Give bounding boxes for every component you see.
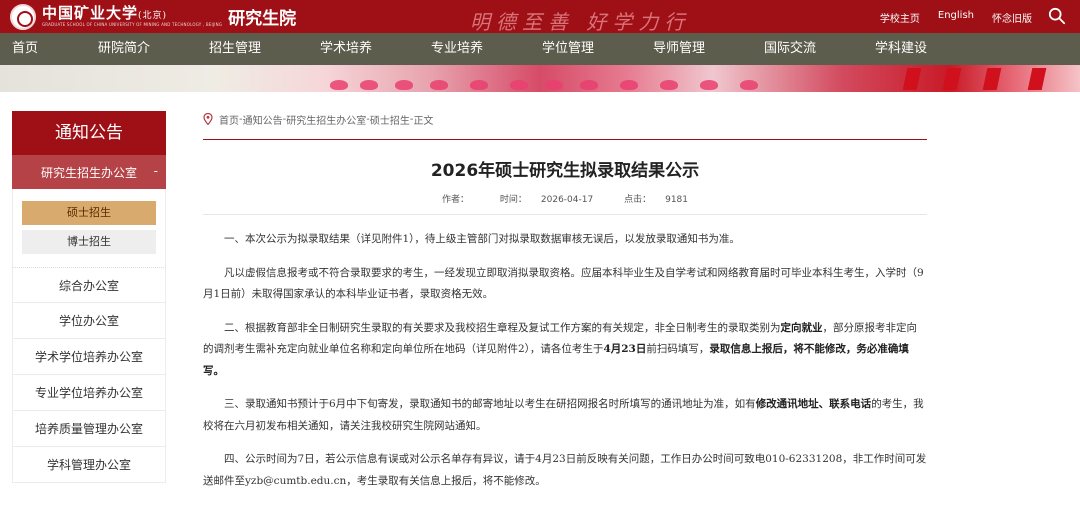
meta-time: 时间： 2026-04-17 xyxy=(499,195,594,205)
breadcrumb-admissions-office[interactable]: 研究生招生办公室 xyxy=(286,112,366,127)
search-icon[interactable] xyxy=(1048,7,1066,25)
link-english[interactable]: English xyxy=(938,10,974,25)
paragraph-5: 四、公示时间为7日，若公示信息有误或对公示名单存有异议，请于4月23日前反映有关… xyxy=(203,453,927,487)
breadcrumb: 首页 - 通知公告 - 研究生招生办公室 - 硕士招生 - 正文 xyxy=(203,111,433,127)
sidebar-item-admissions-office[interactable]: 研究生招生办公室 - xyxy=(12,155,166,189)
sidebar-subitem-master-admissions[interactable]: 硕士招生 xyxy=(22,201,156,225)
sidebar-item-professional-degree-training[interactable]: 专业学位培养办公室 xyxy=(12,375,166,411)
sidebar-item-general-office[interactable]: 综合办公室 xyxy=(12,267,166,303)
paragraph-1: 一、本次公示为拟录取结果（详见附件1），待上级主管部门对拟录取数据审核无误后，以… xyxy=(224,233,740,245)
nav-discipline[interactable]: 学科建设 xyxy=(875,33,927,65)
link-school-home[interactable]: 学校主页 xyxy=(880,10,920,25)
breadcrumb-home[interactable]: 首页 xyxy=(219,112,239,127)
logo-english-name: GRADUATE SCHOOL OF CHINA UNIVERSITY OF M… xyxy=(42,22,223,27)
school-motto: 明德至善 好学力行 xyxy=(470,10,691,34)
collapse-icon[interactable]: - xyxy=(154,164,158,178)
main-nav: 首页 研院简介 招生管理 学术培养 专业培养 学位管理 导师管理 国际交流 学科… xyxy=(0,33,1080,65)
university-seal-icon xyxy=(10,3,36,30)
title-divider xyxy=(203,139,927,140)
article-meta: 作者： 时间： 2026-04-17 点击： 9181 xyxy=(203,192,927,205)
sidebar-item-degree-office[interactable]: 学位办公室 xyxy=(12,303,166,339)
breadcrumb-current: 正文 xyxy=(413,115,434,127)
logo-chinese-name: 中国矿业大学(北京) xyxy=(42,4,168,22)
nav-degree-management[interactable]: 学位管理 xyxy=(542,33,594,65)
paragraph-3: 二、根据教育部非全日制研究生录取的有关要求及我校招生章程及复试工作方案的有关规定… xyxy=(203,321,917,377)
article-title: 2026年硕士研究生拟录取结果公示 xyxy=(430,161,700,181)
sidebar-item-training-quality[interactable]: 培养质量管理办公室 xyxy=(12,411,166,447)
meta-author: 作者： xyxy=(441,195,469,205)
location-pin-icon xyxy=(203,113,213,125)
nav-home[interactable]: 首页 xyxy=(12,33,38,65)
nav-admissions[interactable]: 招生管理 xyxy=(209,33,261,65)
banner-image xyxy=(0,65,1080,92)
sidebar-item-discipline-management[interactable]: 学科管理办公室 xyxy=(12,447,166,483)
nav-supervisor-management[interactable]: 导师管理 xyxy=(653,33,705,65)
nav-institute-intro[interactable]: 研院简介 xyxy=(98,33,150,65)
top-header: 中国矿业大学(北京) GRADUATE SCHOOL OF CHINA UNIV… xyxy=(0,0,1080,34)
breadcrumb-notices[interactable]: 通知公告 xyxy=(243,112,283,127)
sidebar-title: 通知公告 xyxy=(12,111,166,155)
sidebar-subitem-phd-admissions[interactable]: 博士招生 xyxy=(22,230,156,254)
paragraph-4: 三、录取通知书预计于6月中下旬寄发，录取通知书的邮寄地址以考生在研招网报名时所填… xyxy=(203,398,924,432)
sidebar-submenu: 硕士招生 博士招生 xyxy=(12,189,166,267)
meta-divider xyxy=(203,214,927,215)
paragraph-2: 凡以虚假信息报考或不符合录取要求的考生，一经发现立即取消拟录取资格。应届本科毕业… xyxy=(203,266,924,301)
university-logo[interactable]: 中国矿业大学(北京) GRADUATE SCHOOL OF CHINA UNIV… xyxy=(10,3,296,30)
sidebar: 通知公告 研究生招生办公室 - 硕士招生 博士招生 综合办公室 学位办公室 学术… xyxy=(12,111,166,483)
link-old-version[interactable]: 怀念旧版 xyxy=(992,10,1032,25)
article-content: 一、本次公示为拟录取结果（详见附件1），待上级主管部门对拟录取数据审核无误后，以… xyxy=(203,229,927,504)
graduate-school-name: 研究生院 xyxy=(228,9,297,29)
sidebar-item-academic-degree-training[interactable]: 学术学位培养办公室 xyxy=(12,339,166,375)
top-links: 学校主页 English 怀念旧版 xyxy=(880,10,1032,25)
nav-international[interactable]: 国际交流 xyxy=(764,33,816,65)
nav-academic-training[interactable]: 学术培养 xyxy=(320,33,372,65)
meta-views: 点击： 9181 xyxy=(624,195,688,205)
breadcrumb-master-admissions[interactable]: 硕士招生 xyxy=(370,112,410,127)
nav-professional-training[interactable]: 专业培养 xyxy=(431,33,483,65)
